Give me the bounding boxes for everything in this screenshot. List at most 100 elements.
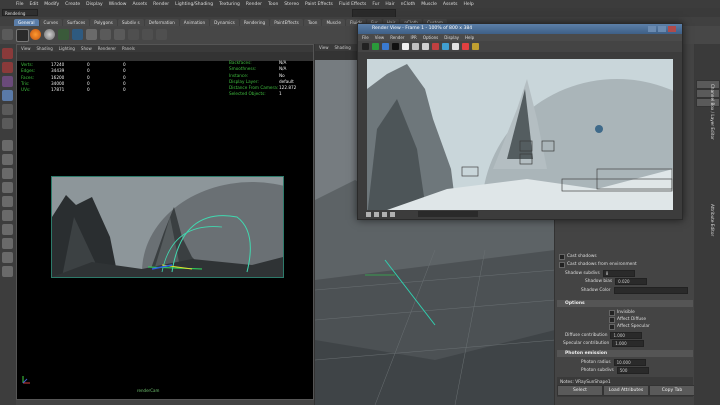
- menu-item[interactable]: nCloth: [401, 2, 416, 7]
- diffuse-contribution-field[interactable]: Diffuse contribution 1.000: [565, 332, 643, 339]
- render-menu-item[interactable]: IPR: [410, 34, 416, 41]
- layout-icon[interactable]: [2, 238, 13, 249]
- render-tool-icon[interactable]: [392, 43, 399, 50]
- shelf-tab[interactable]: Toon: [303, 19, 322, 26]
- shelf-tab[interactable]: Animation: [179, 19, 210, 26]
- shelf-tab[interactable]: Surfaces: [63, 19, 90, 26]
- invisible-check[interactable]: Invisible: [609, 309, 635, 316]
- ipr-render-icon[interactable]: [72, 29, 83, 40]
- left-viewport[interactable]: View Shading Lighting Show Renderer Panels Ve…: [16, 44, 314, 400]
- select-tool-icon[interactable]: [2, 48, 13, 59]
- shelf-tab[interactable]: Polygons: [90, 19, 117, 26]
- render-menu-item[interactable]: Render: [390, 34, 404, 41]
- tab-channel-box[interactable]: Channel Box / Layer Editor: [710, 84, 715, 140]
- render-menu-item[interactable]: File: [362, 34, 369, 41]
- menu-item[interactable]: Toon: [268, 2, 278, 7]
- panel-menu-item[interactable]: Shading: [335, 44, 351, 51]
- affect-specular-check[interactable]: Affect Specular: [609, 323, 650, 330]
- shelf-tab[interactable]: PaintEffects: [270, 19, 303, 26]
- lasso-tool-icon[interactable]: [2, 62, 13, 73]
- presets-button[interactable]: [696, 89, 720, 98]
- tab-attribute-editor[interactable]: Attribute Editor: [710, 204, 715, 236]
- prev-image-icon[interactable]: [382, 212, 387, 217]
- photon-section[interactable]: Photon emission: [557, 350, 693, 357]
- menu-item[interactable]: Render: [153, 2, 169, 7]
- menu-item[interactable]: Modify: [44, 2, 59, 7]
- menu-item[interactable]: Hair: [385, 2, 394, 7]
- panel-menu-item[interactable]: View: [319, 44, 329, 51]
- menu-item[interactable]: Display: [86, 2, 103, 7]
- shelf-options-icon[interactable]: [2, 29, 13, 40]
- render-view-title-bar[interactable]: Render View - Frame 1 - 100% of 800 x 38…: [358, 24, 682, 34]
- menu-item[interactable]: Window: [109, 2, 127, 7]
- move-tool-icon[interactable]: [2, 90, 13, 101]
- shadow-subdivs-field[interactable]: Shadow subdivs 8: [565, 270, 635, 277]
- hypershade-layout-icon[interactable]: [2, 210, 13, 221]
- options-section[interactable]: Options: [557, 300, 693, 307]
- rotate-tool-icon[interactable]: [2, 104, 13, 115]
- render-tool-icon[interactable]: [402, 43, 409, 50]
- menu-item[interactable]: Edit: [30, 2, 39, 7]
- specular-contribution-field[interactable]: Specular contribution 1.000: [563, 340, 645, 347]
- panel-menu-item[interactable]: Shading: [37, 45, 53, 52]
- panel-menu-item[interactable]: Panels: [122, 45, 135, 52]
- shelf-tab[interactable]: Subdiv s: [117, 19, 144, 26]
- copy-tab-button[interactable]: Copy Tab: [649, 385, 695, 396]
- light-icon[interactable]: [58, 29, 69, 40]
- cast-shadows-env-check[interactable]: Cast shadows from environment: [559, 261, 637, 268]
- render-tool-icon[interactable]: [422, 43, 429, 50]
- select-button[interactable]: Select: [557, 385, 603, 396]
- menu-item[interactable]: File: [16, 2, 24, 7]
- maximize-icon[interactable]: [658, 26, 666, 32]
- render-menu-item[interactable]: Options: [423, 34, 438, 41]
- persp-outliner-icon[interactable]: [2, 182, 13, 193]
- panel-menu-item[interactable]: Renderer: [98, 45, 116, 52]
- layout-icon[interactable]: [2, 224, 13, 235]
- minimize-icon[interactable]: [648, 26, 656, 32]
- remove-image-icon[interactable]: [374, 212, 379, 217]
- panel-menu-item[interactable]: View: [21, 45, 31, 52]
- menu-item[interactable]: Assets: [443, 2, 458, 7]
- hypershade-icon[interactable]: [86, 29, 97, 40]
- menu-item[interactable]: Lighting/Shading: [175, 2, 213, 7]
- menu-item[interactable]: Fluid Effects: [339, 2, 367, 7]
- menu-item[interactable]: Muscle: [421, 2, 437, 7]
- shelf-tab[interactable]: Dynamics: [210, 19, 239, 26]
- batch-render-icon[interactable]: [128, 29, 139, 40]
- menu-item[interactable]: Paint Effects: [305, 2, 333, 7]
- snapshot-icon[interactable]: [156, 29, 167, 40]
- layout-icon[interactable]: [2, 252, 13, 263]
- panel-menu-item[interactable]: Lighting: [59, 45, 75, 52]
- layout-icon[interactable]: [2, 266, 13, 277]
- menu-item[interactable]: Fur: [372, 2, 379, 7]
- next-image-icon[interactable]: [390, 212, 395, 217]
- render-tool-icon[interactable]: [472, 43, 479, 50]
- workspace-dropdown[interactable]: Rendering: [2, 9, 38, 16]
- render-tool-icon[interactable]: [372, 43, 379, 50]
- menu-item[interactable]: Create: [65, 2, 80, 7]
- render-tool-icon[interactable]: [462, 43, 469, 50]
- shelf-tab[interactable]: Muscle: [322, 19, 345, 26]
- four-pane-icon[interactable]: [2, 154, 13, 165]
- single-pane-icon[interactable]: [2, 140, 13, 151]
- image-scrollbar[interactable]: [418, 211, 478, 217]
- shelf-tab[interactable]: Deformation: [144, 19, 179, 26]
- affect-diffuse-check[interactable]: Affect Diffuse: [609, 316, 646, 323]
- side-by-side-icon[interactable]: [2, 168, 13, 179]
- render-tool-icon[interactable]: [442, 43, 449, 50]
- show-button[interactable]: [696, 98, 720, 107]
- photon-radius-field[interactable]: Photon radius 10.000: [581, 359, 646, 366]
- shelf-tab[interactable]: Rendering: [239, 19, 270, 26]
- panel-menu-item[interactable]: Show: [81, 45, 92, 52]
- shader-sphere-icon[interactable]: [44, 29, 55, 40]
- render-sphere-icon[interactable]: [30, 29, 41, 40]
- shadow-color-field[interactable]: Shadow Color: [581, 287, 688, 294]
- render-menu-item[interactable]: Display: [444, 34, 459, 41]
- menu-item[interactable]: Help: [464, 2, 474, 7]
- photon-subdivs-field[interactable]: Photon subdivs 500: [581, 367, 649, 374]
- menu-item[interactable]: Assets: [132, 2, 147, 7]
- render-view-icon[interactable]: [114, 29, 125, 40]
- menu-item[interactable]: Render: [246, 2, 262, 7]
- persp-graph-icon[interactable]: [2, 196, 13, 207]
- shadow-bias-field[interactable]: Shadow bias 0.020: [585, 278, 648, 285]
